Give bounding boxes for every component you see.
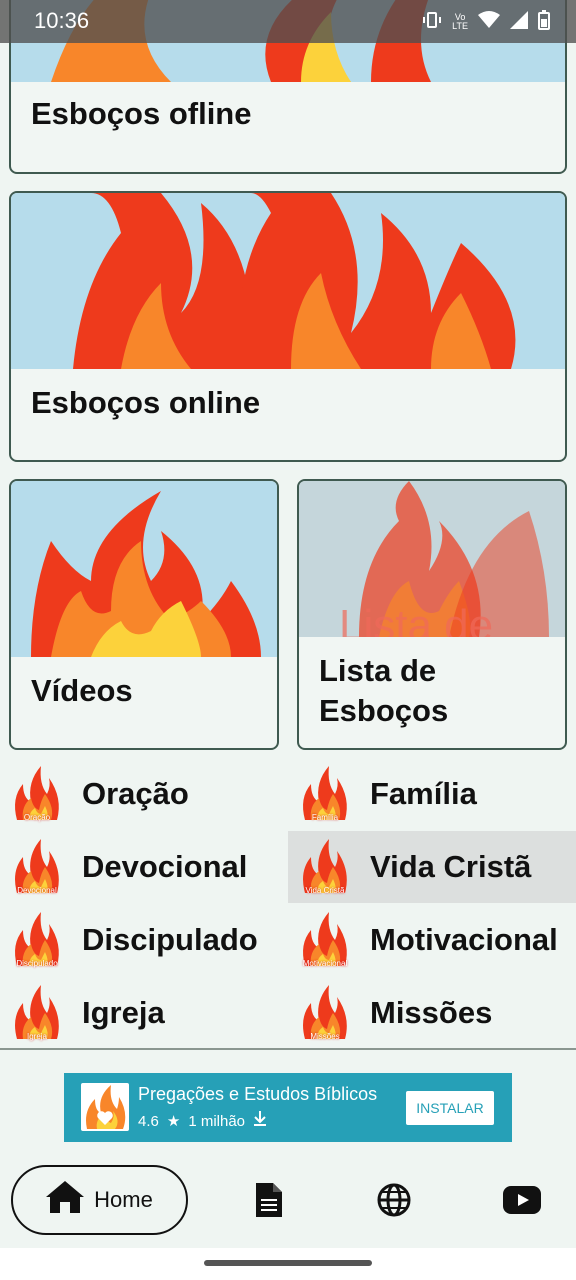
flame-icon: Família [299, 764, 351, 824]
flame-icon-text: Família [311, 813, 339, 822]
vibrate-icon [422, 10, 442, 34]
card-videos-label: Vídeos [31, 673, 133, 708]
download-icon [253, 1111, 267, 1131]
battery-icon [538, 10, 550, 34]
flame-icon-text: Devocional [17, 886, 57, 895]
status-bar: 10:36 Vo LTE [0, 0, 576, 43]
card-online-label: Esboços online [31, 385, 261, 420]
category-label: Discipulado [82, 922, 258, 957]
divider [0, 1048, 576, 1050]
flame-icon-text: Vida Cristã [305, 886, 345, 895]
category-discipulado[interactable]: Discipulado Discipulado [0, 904, 288, 976]
category-motivacional[interactable]: Motivacional Motivacional [288, 904, 576, 976]
category-label: Motivacional [370, 922, 558, 957]
ad-install-button[interactable]: INSTALAR [406, 1091, 494, 1125]
nav-home-label: Home [94, 1187, 153, 1212]
ad-title: Pregações e Estudos Bíblicos [138, 1084, 378, 1104]
category-label: Família [370, 776, 477, 811]
star-icon: ★ [166, 1113, 181, 1130]
card-videos[interactable]: Vídeos [9, 479, 279, 750]
category-label: Igreja [82, 995, 165, 1030]
ad-downloads: 1 milhão [188, 1112, 246, 1130]
card-lista-overlay-text: Lista de [339, 601, 494, 637]
category-vida-crista[interactable]: Vida Cristã Vida Cristã [288, 831, 576, 903]
category-label: Oração [82, 776, 189, 811]
flame-icon: Oração [11, 764, 63, 824]
card-videos-image [11, 481, 277, 657]
wifi-icon [478, 11, 500, 33]
home-icon [46, 1181, 85, 1219]
flame-icon-text: Igreja [26, 1032, 47, 1041]
card-offline-label: Esboços ofline [31, 96, 252, 131]
signal-icon [510, 11, 528, 33]
ad-rating: 4.6 [138, 1112, 159, 1130]
flame-icon: Vida Cristã [299, 837, 351, 897]
flame-icon: Discipulado [11, 910, 63, 970]
flame-icon-text: Missões [310, 1032, 340, 1041]
flame-icon-text: Oração [23, 813, 51, 822]
category-label: Devocional [82, 849, 248, 884]
flame-icon: Devocional [11, 837, 63, 897]
card-lista-image: Lista de [299, 481, 565, 637]
document-icon[interactable] [249, 1182, 289, 1218]
status-icons: Vo LTE [422, 10, 550, 34]
card-online[interactable]: Esboços online [9, 191, 567, 462]
category-devocional[interactable]: Devocional Devocional [0, 831, 288, 903]
flame-icon-text: Discipulado [16, 959, 58, 968]
ad-meta: 4.6 ★ 1 milhão [138, 1111, 267, 1131]
bottom-nav: Home [0, 1152, 576, 1248]
ad-app-icon [81, 1083, 129, 1131]
category-familia[interactable]: Família Família [288, 758, 576, 830]
gesture-area [0, 1248, 576, 1280]
globe-icon[interactable] [374, 1182, 414, 1218]
card-lista-label: Lista de Esboços [319, 653, 449, 728]
category-missoes[interactable]: Missões Missões [288, 977, 576, 1049]
lte-icon: Vo LTE [452, 12, 468, 31]
status-time: 10:36 [34, 8, 90, 33]
flame-icon: Motivacional [299, 910, 351, 970]
category-label: Vida Cristã [370, 849, 532, 884]
flame-icon: Missões [299, 983, 351, 1043]
card-lista[interactable]: Lista de Lista de Esboços [297, 479, 567, 750]
ad-banner[interactable]: Pregações e Estudos Bíblicos 4.6 ★ 1 mil… [64, 1073, 512, 1142]
category-oracao[interactable]: Oração Oração [0, 758, 288, 830]
card-online-image [11, 193, 565, 369]
flame-icon-text: Motivacional [302, 959, 348, 968]
nav-home-button[interactable]: Home [11, 1165, 188, 1235]
category-igreja[interactable]: Igreja Igreja [0, 977, 288, 1049]
flame-icon: Igreja [11, 983, 63, 1043]
gesture-bar[interactable] [204, 1260, 372, 1266]
category-label: Missões [370, 995, 493, 1030]
youtube-icon[interactable] [502, 1182, 542, 1218]
